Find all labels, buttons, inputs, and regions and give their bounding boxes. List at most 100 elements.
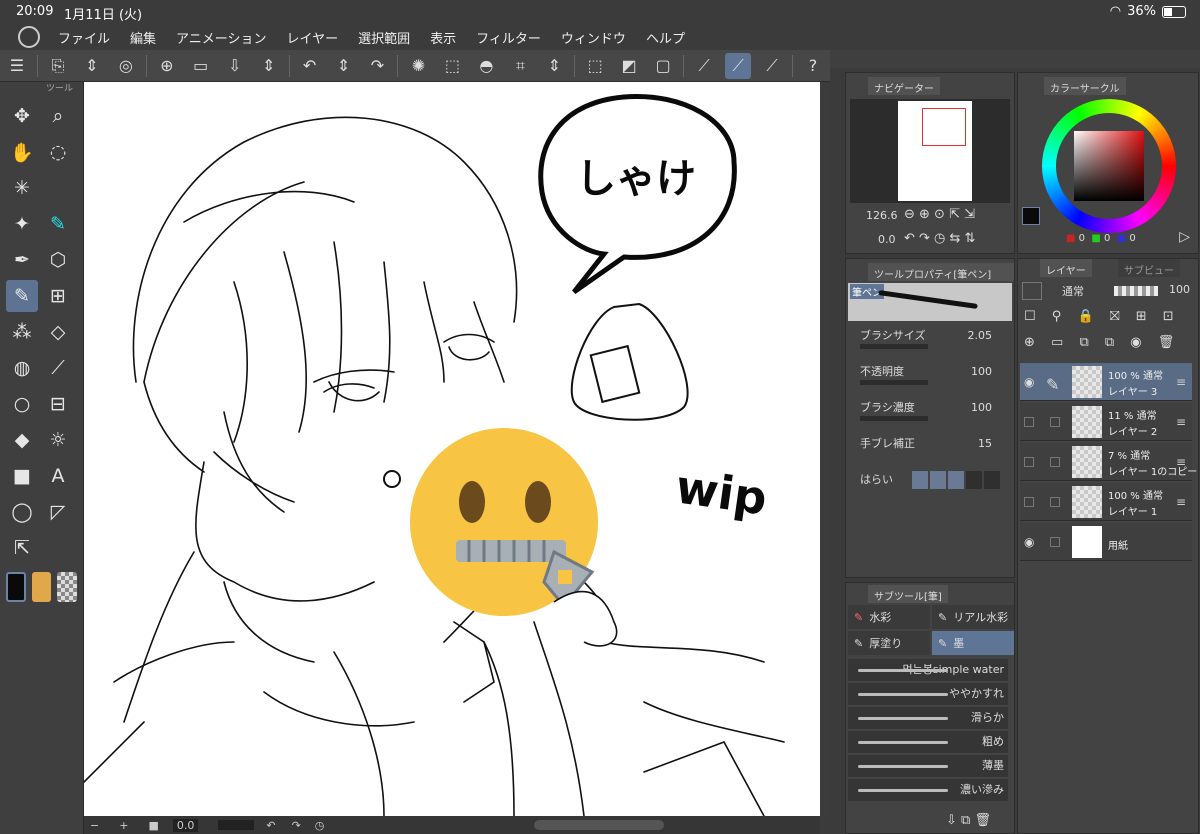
hamburger-menu-icon[interactable]: ☰ (4, 53, 30, 79)
eyedropper-cyan-icon[interactable]: ✎ (42, 208, 74, 240)
object-select-icon[interactable]: ⇱ (6, 532, 38, 564)
fill-icon[interactable]: ◓ (473, 53, 499, 79)
transparent-color-swatch[interactable] (57, 572, 77, 602)
play-icon[interactable]: ▷ (1179, 229, 1190, 245)
loading-icon[interactable]: ✺ (405, 53, 431, 79)
menu-layer[interactable]: レイヤー (287, 28, 339, 47)
subtool-watercolor[interactable]: ✎ 水彩 (848, 605, 930, 629)
menu-selection[interactable]: 選択範囲 (358, 28, 410, 47)
layer-row[interactable]: 100 % 通常 レイヤー 1 ≡ (1020, 483, 1192, 521)
circle-shape-icon[interactable]: ○ (6, 388, 38, 420)
stop-icon[interactable]: ■ (148, 819, 158, 832)
stepper-icon-4[interactable]: ⇕ (541, 53, 567, 79)
new-file-icon[interactable]: ⊕ (154, 53, 180, 79)
prop-stabilization[interactable]: 手ブレ補正 15 (860, 435, 1008, 451)
menu-edit[interactable]: 編集 (130, 28, 156, 47)
hand-icon[interactable]: ✋ (6, 136, 38, 168)
brush-item[interactable]: 滑らか (848, 707, 1008, 729)
menu-help[interactable]: ヘルプ (646, 28, 685, 47)
stepper-icon-2[interactable]: ⇕ (256, 53, 282, 79)
ruler-icon[interactable]: ⟋ (691, 53, 717, 79)
panel-splitter-right[interactable] (1016, 50, 1200, 68)
app-logo-icon[interactable] (18, 26, 40, 48)
canvas-horizontal-scrollbar[interactable] (534, 820, 665, 830)
help-icon[interactable]: ? (800, 53, 826, 79)
menu-view[interactable]: 表示 (430, 28, 456, 47)
color-wheel[interactable] (1042, 99, 1176, 233)
canvas-vertical-scrollbar[interactable] (820, 82, 830, 816)
bucket-icon[interactable]: ◆ (6, 424, 38, 456)
panel-splitter-mid[interactable] (830, 50, 1016, 68)
rotate-left-icon[interactable]: ↶ (266, 819, 275, 832)
airbrush-icon[interactable]: ⁂ (6, 316, 38, 348)
redo-icon[interactable]: ↷ (365, 53, 391, 79)
quick-access-icon[interactable]: ⎘ (45, 53, 71, 79)
brush-item[interactable]: 濃い滲み (848, 779, 1008, 801)
blend-mode-select[interactable]: 通常 (1062, 283, 1084, 299)
brush-item[interactable]: ややかすれ (848, 683, 1008, 705)
magic-wand-icon[interactable]: ✳ (6, 172, 38, 204)
color-main-swatch[interactable] (1022, 207, 1040, 225)
layer-row[interactable]: 11 % 通常 レイヤー 2 ≡ (1020, 403, 1192, 441)
layer-mode-toggle[interactable] (1022, 282, 1042, 300)
prop-taper[interactable]: はらい (860, 471, 1008, 489)
prop-opacity[interactable]: 不透明度 100 (860, 363, 1008, 385)
prop-brush-size[interactable]: ブラシサイズ 2.05 (860, 327, 1008, 349)
navigator-zoom-controls[interactable]: ⊖ ⊕ ⊙ ⇱ ⇲ (904, 207, 975, 222)
zoom-field[interactable]: 0.0 (172, 818, 199, 832)
open-folder-icon[interactable]: ▭ (188, 53, 214, 79)
layer-tab[interactable]: レイヤー (1040, 259, 1092, 277)
clear-icon[interactable]: ⬚ (439, 53, 465, 79)
gradient-icon[interactable]: ■ (6, 460, 38, 492)
subtool-real-watercolor[interactable]: ✎ リアル水彩 (932, 605, 1014, 629)
main-color-swatch[interactable] (6, 572, 26, 602)
deselect-icon[interactable]: ⬚ (582, 53, 608, 79)
frame-icon[interactable]: ⊟ (42, 388, 74, 420)
menu-filter[interactable]: フィルター (476, 28, 541, 47)
layer-toolbar-1[interactable]: ☐ ⚲ 🔒 ⛝ ⊞ ⊡ (1024, 309, 1180, 324)
sub-tool-tab[interactable]: サブツール[筆] (868, 585, 948, 603)
drawing-canvas[interactable]: しゃけ wip (84, 82, 820, 816)
cube-icon[interactable]: ⬡ (42, 244, 74, 276)
selection-border-icon[interactable]: ▢ (650, 53, 676, 79)
undo-icon[interactable]: ↶ (297, 53, 323, 79)
subview-tab[interactable]: サブビュー (1118, 259, 1180, 277)
stepper-icon-3[interactable]: ⇕ (331, 53, 357, 79)
zoom-out-icon[interactable]: − (90, 819, 99, 832)
pen-icon[interactable]: ✒ (6, 244, 38, 276)
save-icon[interactable]: ⇩ (222, 53, 248, 79)
layer-row[interactable]: 7 % 通常 レイヤー 1のコピー ≡ (1020, 443, 1197, 481)
menu-animation[interactable]: アニメーション (176, 28, 266, 47)
app-settings-icon[interactable]: ◎ (113, 53, 139, 79)
menu-file[interactable]: ファイル (58, 28, 110, 47)
zoom-icon[interactable]: ⌕ (42, 100, 74, 132)
navigator-preview[interactable] (850, 99, 1010, 203)
layer-row[interactable]: ◉ 用紙 (1020, 523, 1192, 561)
tool-property-tab[interactable]: ツールプロパティ[筆ペン] (868, 263, 1014, 281)
ruler-tool-icon[interactable]: ◸ (42, 496, 74, 528)
navigator-rotate-controls[interactable]: ↶ ↷ ◷ ⇆ ⇅ (904, 231, 975, 246)
grid-icon[interactable]: ⊞ (42, 280, 74, 312)
invert-selection-icon[interactable]: ◩ (616, 53, 642, 79)
brush-item[interactable]: 먹는봉simple water (848, 659, 1008, 681)
brush-item[interactable]: 粗め (848, 731, 1008, 753)
prop-density[interactable]: ブラシ濃度 100 (860, 399, 1008, 421)
rotation-slider[interactable] (218, 820, 255, 830)
sub-color-swatch[interactable] (31, 572, 52, 602)
move-icon[interactable]: ✥ (6, 100, 38, 132)
brush-icon[interactable]: ✎ (6, 280, 38, 312)
balloon-icon[interactable]: ◯ (6, 496, 38, 528)
menu-window[interactable]: ウィンドウ (561, 28, 626, 47)
layer-toolbar-2[interactable]: ⊕ ▭ ⧉ ⧉ ◉ 🗑 (1024, 335, 1180, 350)
navigator-tab[interactable]: ナビゲーター (868, 77, 940, 95)
zoom-in-icon[interactable]: + (119, 819, 128, 832)
subtool-thick-paint[interactable]: ✎ 厚塗り (848, 631, 930, 655)
stepper-icon[interactable]: ⇕ (79, 53, 105, 79)
dropper-icon[interactable]: ⟋ (42, 352, 74, 384)
saturation-square[interactable] (1074, 131, 1144, 201)
blend-icon[interactable]: ◍ (6, 352, 38, 384)
eraser-icon[interactable]: ◇ (42, 316, 74, 348)
brush-setting-icon[interactable]: ⟋ (725, 52, 752, 79)
subtool-footer-icons[interactable]: ⇩ ⧉ 🗑 (946, 813, 991, 828)
opacity-value[interactable]: 100 (1169, 283, 1190, 296)
